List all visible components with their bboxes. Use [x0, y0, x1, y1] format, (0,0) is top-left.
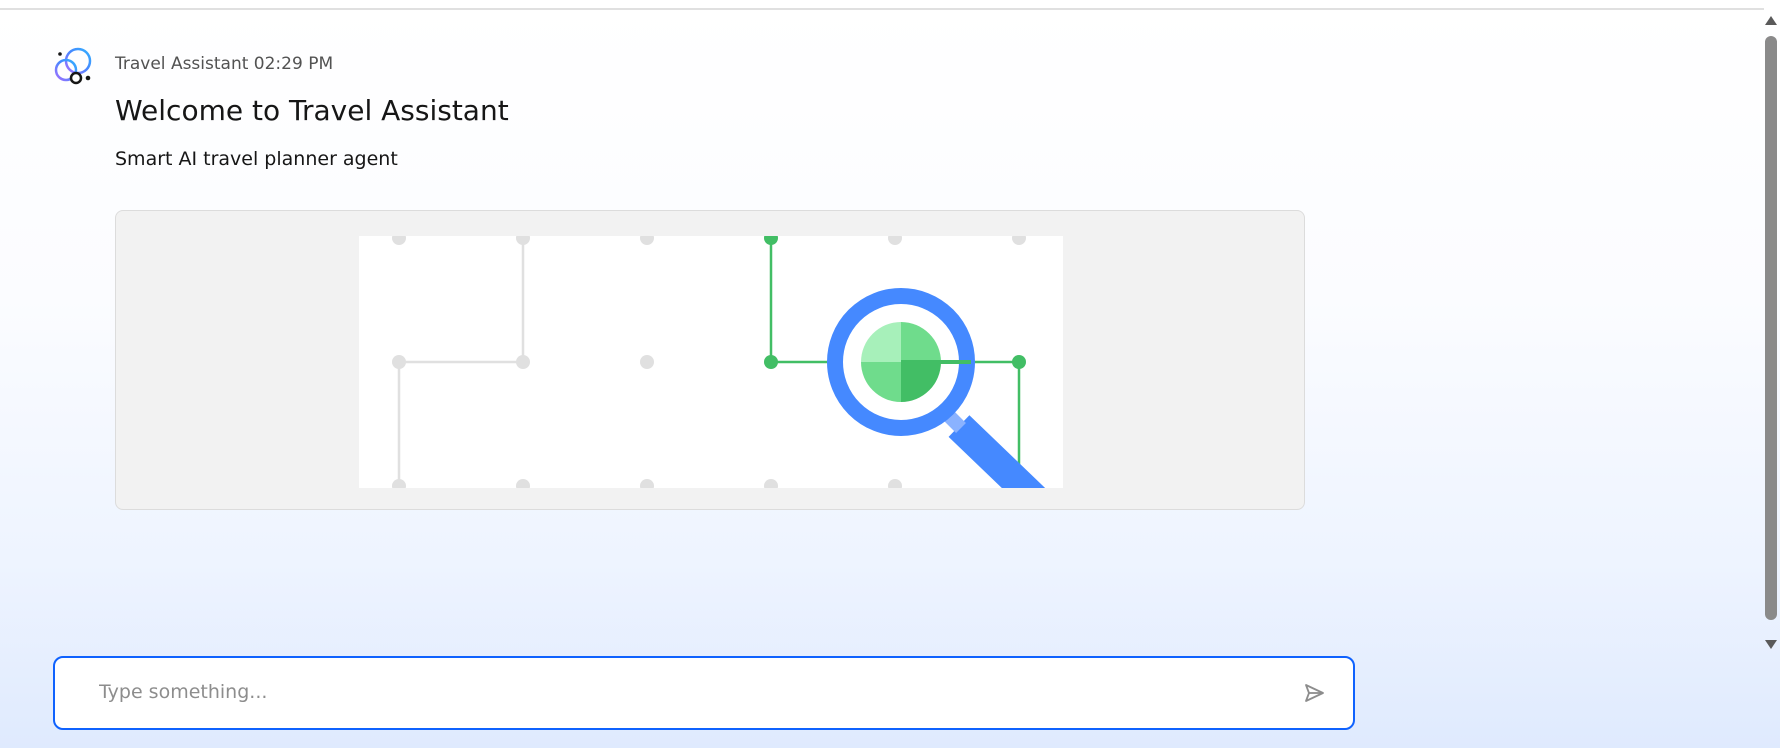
send-button[interactable] — [1299, 678, 1329, 708]
assistant-avatar-icon — [54, 47, 92, 85]
magnifier-network-icon — [392, 236, 1046, 488]
scrollbar[interactable] — [1762, 12, 1780, 652]
message-time: 02:29 PM — [253, 54, 334, 74]
scroll-up-arrow-icon[interactable] — [1765, 16, 1777, 25]
message-composer — [53, 656, 1355, 730]
illustration-frame — [359, 236, 1063, 488]
send-icon — [1305, 684, 1324, 702]
welcome-title: Welcome to Travel Assistant — [115, 94, 509, 127]
illustration-card — [115, 210, 1305, 510]
scroll-down-arrow-icon[interactable] — [1765, 640, 1777, 649]
message-input[interactable] — [99, 672, 1259, 712]
scroll-thumb[interactable] — [1765, 36, 1777, 620]
message-meta: Travel Assistant 02:29 PM — [115, 54, 333, 74]
sender-name: Travel Assistant — [115, 54, 249, 74]
welcome-subtitle: Smart AI travel planner agent — [115, 148, 398, 170]
